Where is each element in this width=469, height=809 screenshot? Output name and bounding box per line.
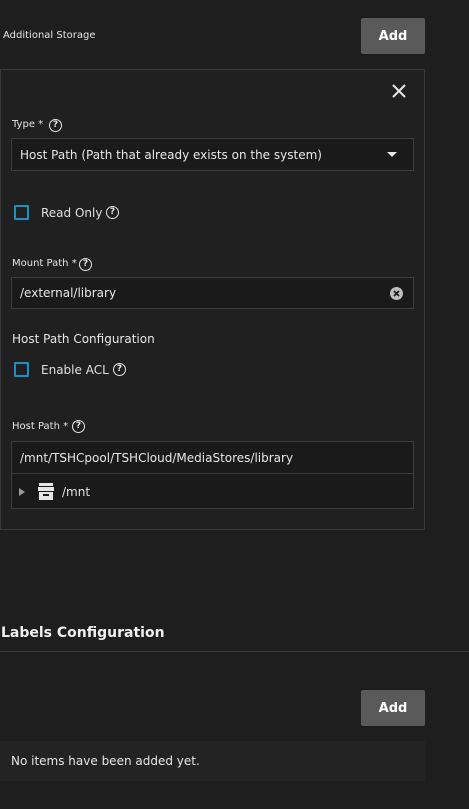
read-only-help-icon[interactable]: ? (106, 206, 119, 219)
mount-path-input[interactable]: /external/library (11, 277, 414, 309)
type-label: Type * (12, 119, 44, 130)
host-path-value: /mnt/TSHCpool/TSHCloud/MediaStores/libra… (20, 450, 294, 465)
host-path-input[interactable]: /mnt/TSHCpool/TSHCloud/MediaStores/libra… (11, 441, 414, 474)
enable-acl-checkbox[interactable] (14, 362, 29, 377)
type-help-icon[interactable]: ? (49, 119, 62, 132)
divider (0, 651, 469, 652)
host-path-tree: /mnt (11, 473, 414, 509)
labels-config-title: Labels Configuration (1, 625, 165, 641)
host-path-label: Host Path * (12, 421, 69, 432)
empty-state-panel: No items have been added yet. (0, 741, 425, 781)
clear-icon[interactable] (390, 287, 403, 300)
additional-storage-title: Additional Storage (3, 30, 96, 41)
chevron-down-icon (387, 152, 397, 157)
mount-path-label: Mount Path * (12, 258, 77, 269)
empty-state-message: No items have been added yet. (11, 754, 200, 768)
storage-item-card: Type * ? Host Path (Path that already ex… (0, 69, 425, 530)
mount-path-help-icon[interactable]: ? (79, 258, 92, 271)
mount-path-value: /external/library (20, 286, 117, 300)
tree-root-label[interactable]: /mnt (62, 485, 90, 499)
enable-acl-help-icon[interactable]: ? (113, 363, 126, 376)
host-path-help-icon[interactable]: ? (72, 420, 85, 433)
read-only-label: Read Only (41, 206, 103, 220)
add-storage-button[interactable]: Add (361, 18, 425, 54)
add-label-button[interactable]: Add (361, 690, 425, 726)
host-path-config-title: Host Path Configuration (12, 332, 155, 346)
enable-acl-label: Enable ACL (41, 363, 109, 377)
dataset-icon (37, 482, 55, 501)
type-select[interactable]: Host Path (Path that already exists on t… (11, 138, 414, 171)
read-only-checkbox[interactable] (14, 205, 29, 220)
type-select-value: Host Path (Path that already exists on t… (20, 147, 322, 162)
expand-arrow-icon[interactable] (19, 488, 25, 496)
close-icon[interactable] (389, 81, 409, 101)
